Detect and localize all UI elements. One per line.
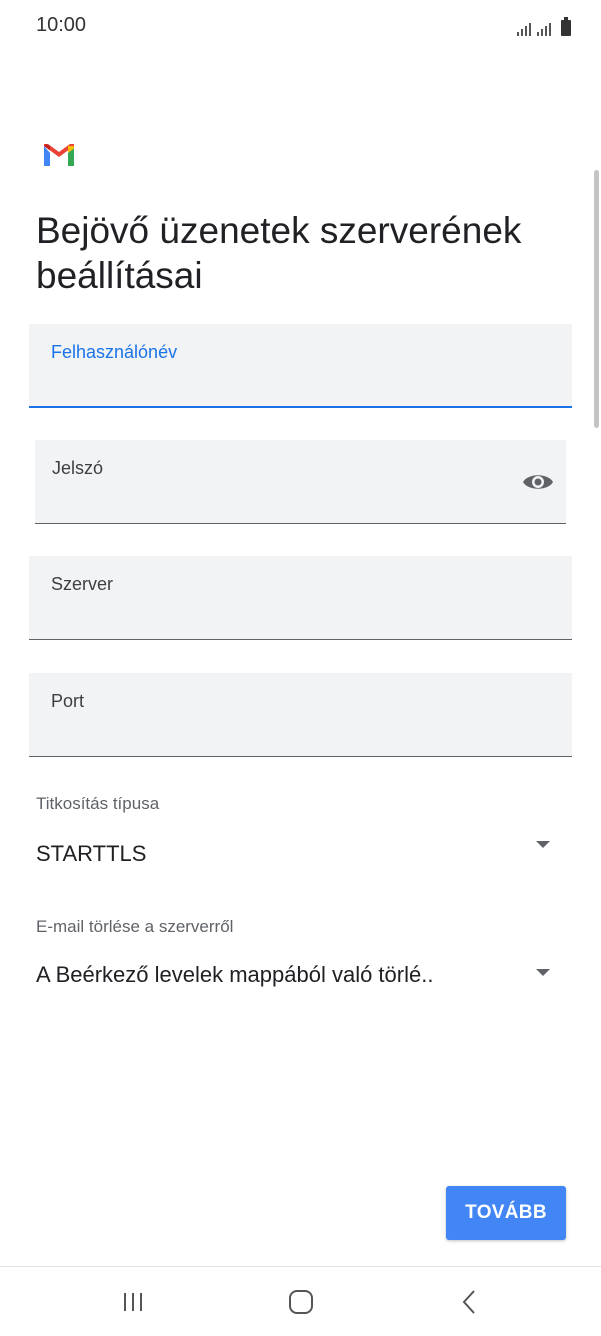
- encryption-select[interactable]: STARTTLS: [29, 830, 572, 880]
- screen: 10:00 Bejövő üzenetek szerverének beállí…: [0, 0, 601, 1336]
- recent-apps-icon[interactable]: [118, 1287, 148, 1317]
- delete-policy-label: E-mail törlése a szerverről: [36, 917, 234, 936]
- port-label: Port: [51, 691, 85, 711]
- status-icons: [517, 14, 571, 36]
- password-label: Jelszó: [52, 458, 104, 478]
- status-bar: 10:00: [0, 0, 601, 52]
- eye-icon[interactable]: [522, 470, 554, 494]
- signal-icon: [537, 20, 551, 36]
- chevron-down-icon: [536, 969, 550, 976]
- server-label: Szerver: [51, 574, 114, 594]
- scrollbar[interactable]: [594, 170, 599, 428]
- username-field[interactable]: Felhasználónév: [29, 324, 572, 408]
- encryption-value: STARTTLS: [36, 841, 147, 866]
- username-label: Felhasználónév: [51, 342, 178, 362]
- next-button[interactable]: TOVÁBB: [446, 1186, 566, 1240]
- nav-bar: [0, 1267, 601, 1336]
- gmail-logo-icon: [44, 144, 74, 166]
- delete-policy-select[interactable]: A Beérkező levelek mappából való törlé..: [29, 952, 572, 1002]
- status-time: 10:00: [36, 14, 87, 36]
- back-icon[interactable]: [455, 1287, 485, 1317]
- password-field[interactable]: Jelszó: [35, 440, 566, 524]
- encryption-label: Titkosítás típusa: [36, 794, 160, 813]
- page-title: Bejövő üzenetek szerverének beállításai: [36, 210, 522, 296]
- port-field[interactable]: Port: [29, 673, 572, 757]
- battery-icon: [561, 17, 571, 36]
- home-icon[interactable]: [286, 1287, 316, 1317]
- delete-policy-value: A Beérkező levelek mappából való törlé..: [36, 962, 434, 987]
- server-field[interactable]: Szerver: [29, 556, 572, 640]
- chevron-down-icon: [536, 841, 550, 848]
- signal-icon: [517, 20, 531, 36]
